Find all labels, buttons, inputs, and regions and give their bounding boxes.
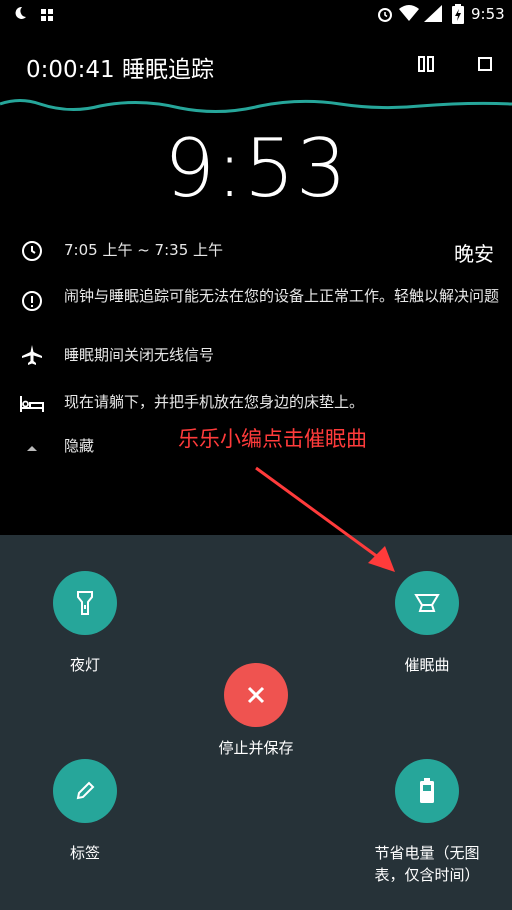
battery-icon xyxy=(420,778,434,803)
music-bowl-icon xyxy=(414,594,440,612)
flashlight-icon xyxy=(77,591,93,615)
airplane-icon xyxy=(18,341,46,369)
alarm-icon xyxy=(376,5,394,27)
pencil-icon xyxy=(76,781,95,800)
tag-label: 标签 xyxy=(69,844,100,862)
annotation-text: 乐乐小编点击催眠曲 xyxy=(178,427,367,451)
wifi-icon xyxy=(399,5,419,26)
stop-save-button[interactable] xyxy=(224,663,288,727)
sleep-wave-graph xyxy=(0,99,512,114)
pause-icon xyxy=(418,56,434,72)
caret-up-icon xyxy=(18,434,46,462)
annotation-arrow xyxy=(255,466,395,572)
pause-button[interactable] xyxy=(412,50,440,78)
night-light-label: 夜灯 xyxy=(69,656,100,674)
lullaby-button[interactable] xyxy=(395,571,459,635)
tag-button[interactable] xyxy=(53,759,117,823)
hide-toggle[interactable]: 隐藏 xyxy=(64,436,94,457)
stop-button[interactable] xyxy=(471,50,499,78)
lie-down-instruction: 现在请躺下，并把手机放在您身边的床垫上。 xyxy=(64,393,365,411)
battery-saver-button[interactable] xyxy=(395,759,459,823)
compatibility-warning[interactable]: 闹钟与睡眠追踪可能无法在您的设备上正常工作。轻触以解决问题 xyxy=(64,286,504,307)
battery-charging-icon xyxy=(452,4,464,28)
elapsed-title: 0:00:41 睡眠追踪 xyxy=(26,57,214,83)
close-icon xyxy=(247,686,265,704)
grid-icon xyxy=(41,7,54,26)
current-time: 9:53 xyxy=(164,122,348,215)
lullaby-label: 催眠曲 xyxy=(404,656,450,674)
moon-icon xyxy=(12,5,28,25)
alarm-window-text: 7:05 上午 ~ 7:35 上午 xyxy=(64,241,224,259)
goodnight-label: 晚安 xyxy=(454,242,494,266)
battery-saver-label: 节省电量（无图表，仅含时间） xyxy=(374,844,480,884)
alert-circle-icon xyxy=(18,287,46,315)
airplane-mode-text[interactable]: 睡眠期间关闭无线信号 xyxy=(64,345,214,366)
night-light-button[interactable] xyxy=(53,571,117,635)
status-bar: 9:53 xyxy=(0,0,512,28)
status-time: 9:53 xyxy=(471,5,505,23)
stop-icon xyxy=(478,57,492,71)
stop-save-label: 停止并保存 xyxy=(218,739,294,757)
signal-icon xyxy=(424,5,442,26)
clock-icon xyxy=(18,237,46,265)
bed-icon xyxy=(18,390,46,418)
